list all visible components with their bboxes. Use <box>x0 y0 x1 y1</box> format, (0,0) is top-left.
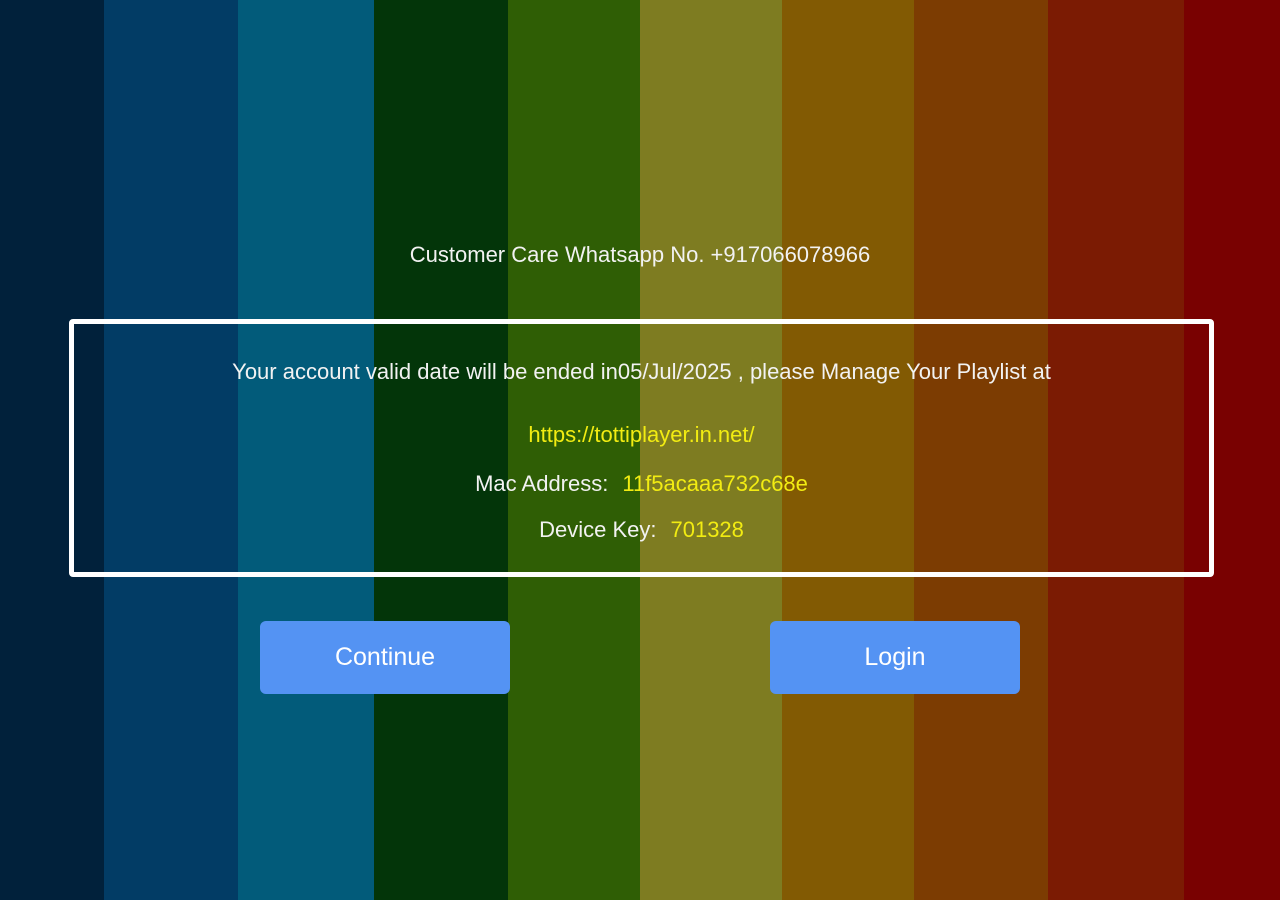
device-key-label: Device Key: <box>539 517 657 542</box>
login-button[interactable]: Login <box>770 621 1020 694</box>
customer-care-text: Customer Care Whatsapp No. +917066078966 <box>409 242 871 267</box>
device-key-value: 701328 <box>670 517 744 542</box>
mac-address-row: Mac Address: 11f5acaaa732c68e <box>74 469 1209 499</box>
account-info-box: Your account valid date will be ended in… <box>69 319 1214 577</box>
continue-button[interactable]: Continue <box>260 621 510 694</box>
mac-address-value: 11f5acaaa732c68e <box>622 471 808 496</box>
playlist-url[interactable]: https://tottiplayer.in.net/ <box>74 420 1209 450</box>
device-key-row: Device Key: 701328 <box>74 515 1209 545</box>
validity-message: Your account valid date will be ended in… <box>232 359 1051 384</box>
mac-address-label: Mac Address: <box>475 471 609 496</box>
